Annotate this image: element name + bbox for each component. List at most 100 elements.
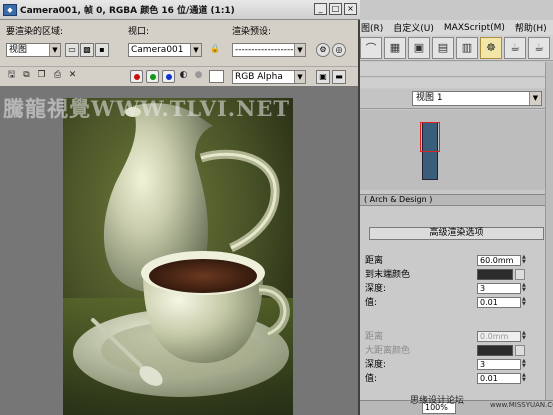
crop-region-icon[interactable]: ▪ [95,43,109,57]
minimize-button[interactable]: _ [314,3,327,15]
chevron-down-icon: ▼ [529,92,541,105]
param-label: 距离 [365,332,384,342]
spinner-arrows-icon[interactable]: ▲ ▼ [522,255,529,266]
panel-header[interactable]: 高级渲染选项 [369,227,544,240]
schematic-icon[interactable]: ▦ [384,36,406,59]
color-swatch[interactable] [477,345,513,356]
rendered-image [63,98,293,415]
spinner-arrows-icon[interactable]: ▲ ▼ [522,331,529,342]
advanced-options-panel: 高级渲染选项 距离 60.0mm ▲ ▼ 到末端颜色 深度: 3 ▲ ▼ 值: 0.01 ▲ ▼ 距离 0.… [356,207,553,415]
param-spinner-field[interactable]: 0.01 [477,373,521,384]
edit-region-icon[interactable]: ▭ [65,43,79,57]
param-label: 深度: [365,360,387,370]
copy-icon[interactable]: ⧉ [20,69,33,82]
param-label: 到末端颜色 [365,270,411,280]
param-row: 距离 0.0mm ▲ ▼ [365,331,540,343]
viewport-dropdown[interactable]: Camera001 ▼ [128,43,202,57]
view-dropdown[interactable]: 视图 1 ▼ [412,91,542,106]
curve-editor-icon[interactable]: ⌒ [360,36,382,59]
panel-tabs [356,62,553,77]
render-setup-icon[interactable]: ⚙ [316,43,330,57]
render-iterative-icon[interactable]: ☕ [504,36,526,59]
param-spinner-field[interactable]: 60.0mm [477,255,521,266]
param-spinner-field[interactable]: 0.01 [477,297,521,308]
color-map-button[interactable] [515,269,525,280]
view-bar: 视图 1 ▼ [356,89,553,109]
area-dropdown[interactable]: 视图 ▼ [6,43,61,57]
param-label: 大距离颜色 [365,346,411,356]
param-row: 值: 0.01 ▲ ▼ [365,297,540,309]
clone-icon[interactable]: ❐ [35,69,48,82]
preset-dropdown-value: --------------------- [235,45,304,55]
alpha-channel-icon[interactable]: ◐ [177,69,190,82]
background-color-swatch[interactable] [209,70,224,83]
area-label: 要渲染的区域: [6,27,64,37]
toggle-ui-overlay-icon[interactable]: ▣ [316,70,330,84]
param-row: 深度: 3 ▲ ▼ [365,359,540,371]
app-icon: ◆ [3,3,17,16]
chevron-down-icon: ▼ [294,71,305,83]
param-label: 深度: [365,284,387,294]
param-label: 值: [365,374,378,384]
monochrome-icon[interactable]: ● [192,69,205,82]
channel-dropdown[interactable]: RGB Alpha ▼ [232,70,306,84]
material-preview [356,110,553,190]
render-setup-icon[interactable]: ▤ [432,36,454,59]
rendered-image-canvas [63,98,293,415]
spinner-arrows-icon[interactable]: ▲ ▼ [522,359,529,370]
quick-render-icon[interactable]: ☸ [480,36,502,59]
param-label: 距离 [365,256,384,266]
channel-dropdown-value: RGB Alpha [235,72,283,82]
menu-help[interactable]: 帮助(H) [510,21,552,34]
red-channel-toggle[interactable] [130,70,143,83]
menu-maxscript[interactable]: MAXScript(M) [439,23,510,33]
menu-rendering[interactable]: 图(R) [356,21,388,34]
auto-region-icon[interactable]: ▩ [80,43,94,57]
chevron-down-icon: ▼ [294,44,305,56]
menu-customize[interactable]: 自定义(U) [388,21,439,34]
toggle-ui-icon[interactable]: ▬ [332,70,346,84]
viewport-dropdown-value: Camera001 [131,45,184,55]
spinner-arrows-icon[interactable]: ▲ ▼ [522,373,529,384]
selection-marker [420,122,440,152]
close-button[interactable]: × [344,3,357,15]
rollout-title[interactable]: ( Arch & Design ) [356,194,553,206]
viewport-label: 视口: [128,27,150,37]
panel-spacer [356,78,553,88]
material-editor-icon[interactable]: ▣ [408,36,430,59]
param-label: 值: [365,298,378,308]
spinner-arrows-icon[interactable]: ▲ ▼ [522,297,529,308]
param-row: 到末端颜色 [365,269,540,281]
render-active-icon[interactable]: ☕ [528,36,550,59]
param-spinner-field[interactable]: 3 [477,283,521,294]
environment-icon[interactable]: ◎ [332,43,346,57]
rendered-frame-window: ◆ Camera001, 帧 0, RGBA 颜色 16 位/通道 (1:1) … [0,0,360,415]
window-title: Camera001, 帧 0, RGBA 颜色 16 位/通道 (1:1) [20,6,235,16]
chevron-down-icon: ▼ [49,44,60,56]
credit-text: 思缘设计论坛 [410,396,465,406]
spinner-arrows-icon[interactable]: ▲ ▼ [522,283,529,294]
main-toolbar: ⌒ ▦ ▣ ▤ ▥ ☸ ☕ ☕ [356,35,553,61]
color-map-button[interactable] [515,345,525,356]
print-icon[interactable]: ⎙ [51,69,64,82]
panel-scrollbar[interactable] [545,62,553,400]
param-row: 距离 60.0mm ▲ ▼ [365,255,540,267]
chevron-down-icon: ▼ [190,44,201,56]
window-titlebar[interactable]: ◆ Camera001, 帧 0, RGBA 颜色 16 位/通道 (1:1) … [0,0,360,20]
param-spinner-field[interactable]: 3 [477,359,521,370]
green-channel-toggle[interactable] [146,70,159,83]
color-swatch[interactable] [477,269,513,280]
param-row: 深度: 3 ▲ ▼ [365,283,540,295]
blue-channel-toggle[interactable] [162,70,175,83]
clear-icon[interactable]: ✕ [66,69,79,82]
watermark-text: 騰龍視覺WWW.TLVI.NET [3,96,290,121]
param-spinner-field[interactable]: 0.0mm [477,331,521,342]
main-menubar: 图(R) 自定义(U) MAXScript(M) 帮助(H) [356,20,553,35]
render-frame-icon[interactable]: ▥ [456,36,478,59]
view-dropdown-value: 视图 1 [416,93,443,103]
maximize-button[interactable]: □ [329,3,342,15]
preset-label: 渲染预设: [232,27,272,37]
preset-dropdown[interactable]: --------------------- ▼ [232,43,306,57]
save-icon[interactable]: 🖫 [5,69,18,82]
lock-icon[interactable]: 🔒 [208,43,222,57]
